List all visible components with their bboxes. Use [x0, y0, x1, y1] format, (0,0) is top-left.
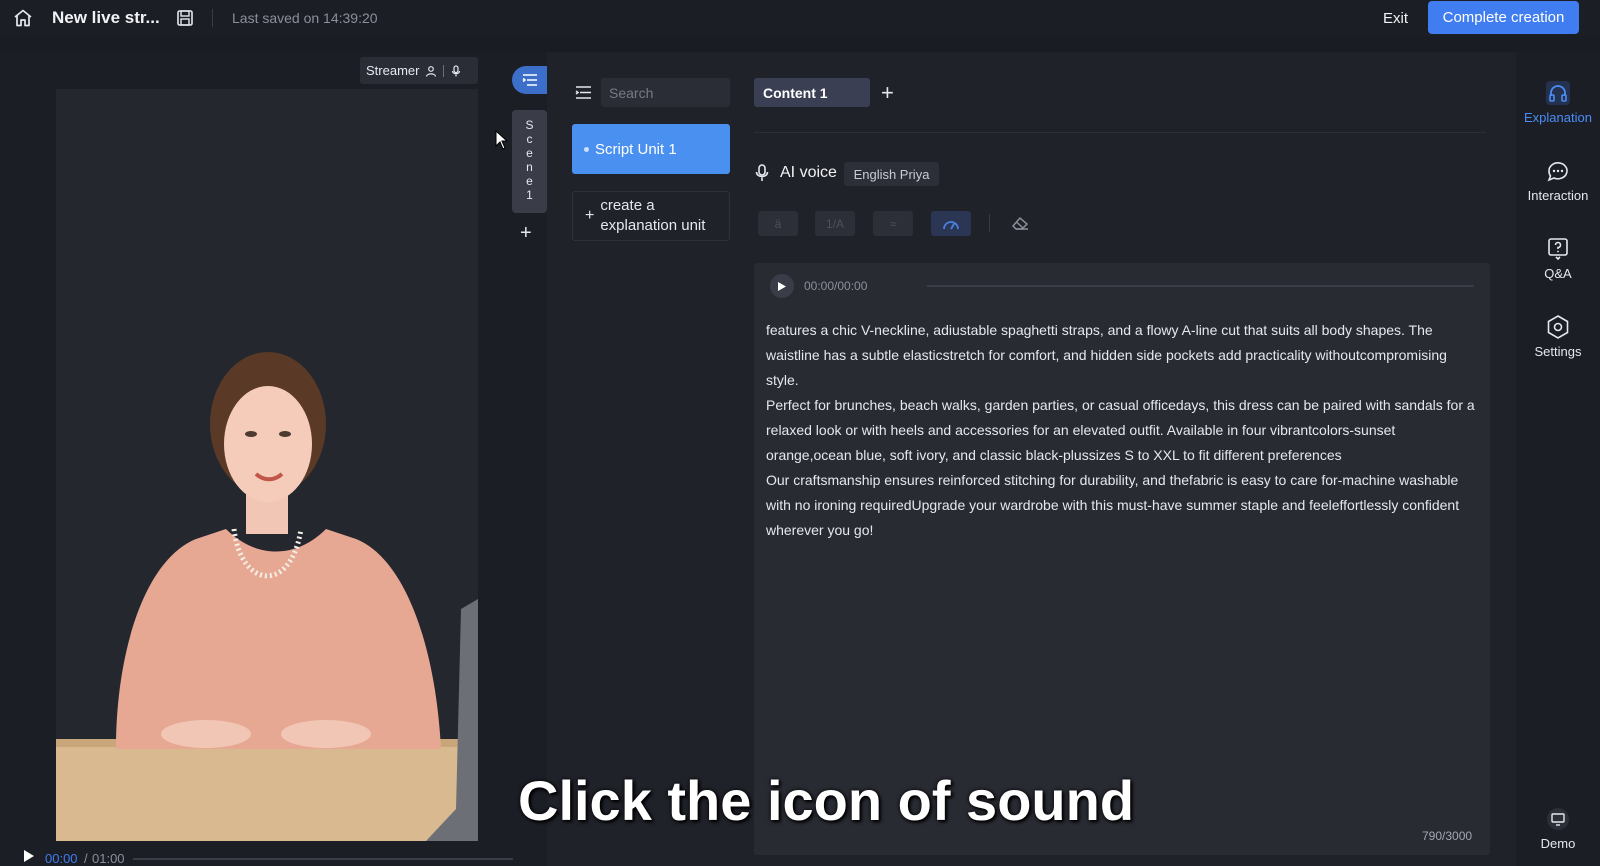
eraser-icon[interactable] [1010, 214, 1030, 232]
top-bar: New live str... Last saved on 14:39:20 E… [0, 0, 1600, 36]
time-separator: / [84, 851, 88, 866]
audio-progress-bar[interactable] [927, 285, 1474, 287]
units-panel [547, 52, 750, 866]
rail-label: Interaction [1527, 188, 1589, 203]
add-scene-button[interactable]: + [520, 222, 532, 245]
rail-item-settings[interactable]: Settings [1516, 314, 1600, 372]
script-paragraph: Our craftsmanship ensures reinforced sti… [766, 472, 1460, 538]
presenter-image [56, 352, 478, 841]
last-saved-text: Last saved on 14:39:20 [232, 10, 378, 26]
rail-label: Demo [1540, 836, 1576, 851]
mouse-cursor-icon [495, 130, 509, 150]
tab-divider [754, 132, 1486, 133]
current-time: 00:00 [45, 851, 78, 866]
microphone-icon[interactable] [450, 64, 462, 77]
add-content-tab-button[interactable]: + [881, 80, 894, 106]
screen-icon [1547, 808, 1569, 830]
rail-label: Settings [1534, 344, 1582, 359]
hexagon-settings-icon [1547, 315, 1569, 339]
exit-button[interactable]: Exit [1383, 10, 1408, 27]
rail-item-qa[interactable]: Q&A [1516, 236, 1600, 294]
toolbar-divider [989, 214, 990, 232]
filter-menu-icon[interactable] [575, 85, 592, 100]
home-icon[interactable] [13, 9, 33, 27]
create-unit-label: create a explanation unit [600, 197, 706, 234]
pause-tool-button[interactable]: ≈ [873, 211, 913, 236]
pronunciation-tool-button[interactable]: ä [758, 211, 798, 236]
speed-tool-button[interactable] [931, 211, 971, 236]
character-count: 790/3000 [1422, 829, 1473, 843]
person-icon [426, 65, 437, 77]
create-explanation-unit-button[interactable]: + create a explanation unit [572, 191, 730, 241]
page-title[interactable]: New live str... [52, 8, 160, 28]
voice-selector[interactable]: English Priya [844, 162, 939, 186]
complete-creation-button[interactable]: Complete creation [1428, 1, 1579, 34]
save-icon[interactable] [176, 9, 194, 27]
microphone-icon[interactable] [755, 164, 769, 182]
scene-letter: e [526, 174, 533, 188]
presenter-preview [56, 89, 478, 841]
tab-content-1[interactable]: Content 1 [754, 78, 870, 107]
streamer-chip[interactable]: Streamer [360, 57, 478, 84]
audio-play-button[interactable] [770, 274, 794, 298]
number-reading-tool-button[interactable]: 1/A [815, 211, 855, 236]
tutorial-caption: Click the icon of sound [518, 769, 1135, 832]
audio-time: 00:00/00:00 [804, 279, 868, 293]
scene-letter: e [526, 146, 533, 160]
list-icon [522, 74, 537, 86]
preview-progress-bar[interactable] [133, 858, 513, 860]
header-divider [212, 9, 213, 27]
scene-list-button[interactable] [512, 66, 547, 94]
rail-item-interaction[interactable]: Interaction [1516, 158, 1600, 216]
streamer-label: Streamer [366, 63, 420, 78]
ai-voice-label: AI voice [780, 164, 837, 181]
question-icon [1548, 238, 1568, 261]
preview-play-icon[interactable] [23, 849, 35, 863]
play-icon [778, 281, 786, 291]
rail-item-explanation[interactable]: Explanation [1516, 80, 1600, 138]
script-paragraph: features a chic V-neckline, adiustable s… [766, 322, 1447, 388]
script-unit-label: Script Unit 1 [595, 140, 677, 158]
scene-letter: S [525, 118, 534, 132]
chip-divider [443, 64, 445, 77]
scene-tab-1[interactable]: S c e n e 1 [512, 110, 547, 213]
script-paragraph: Perfect for brunches, beach walks, garde… [766, 397, 1475, 463]
rail-label: Q&A [1544, 266, 1572, 281]
rail-label: Explanation [1524, 110, 1592, 125]
scene-letter: n [526, 160, 533, 174]
rail-item-demo[interactable]: Demo [1516, 806, 1600, 864]
speed-icon [943, 220, 959, 229]
scene-letter: c [526, 132, 533, 146]
unit-dot-icon [584, 146, 589, 152]
script-text[interactable]: features a chic V-neckline, adiustable s… [766, 318, 1478, 543]
script-unit-1[interactable]: Script Unit 1 [572, 124, 730, 174]
scene-letter: 1 [526, 188, 533, 202]
headphones-icon [1546, 81, 1570, 105]
total-time: 01:00 [92, 851, 125, 866]
search-input[interactable] [601, 78, 730, 107]
chat-icon [1547, 162, 1568, 182]
plus-icon: + [585, 207, 595, 224]
